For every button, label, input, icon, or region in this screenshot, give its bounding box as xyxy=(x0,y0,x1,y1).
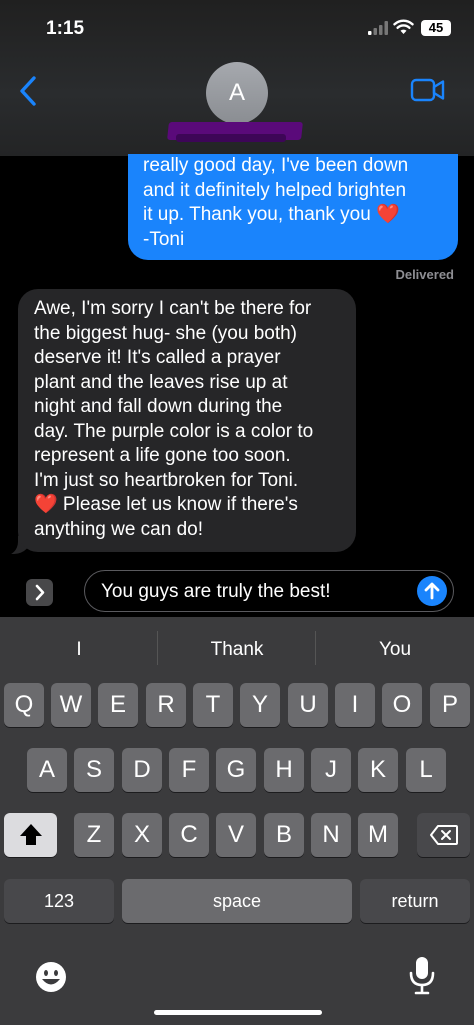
key-r[interactable]: R xyxy=(146,683,186,727)
key-f[interactable]: F xyxy=(169,748,209,792)
message-line: Awe, I'm sorry I can't be there for xyxy=(34,298,312,319)
suggestion-1[interactable]: I xyxy=(0,639,158,661)
return-key[interactable]: return xyxy=(360,879,470,923)
message-input-text: You guys are truly the best! xyxy=(101,581,331,602)
message-line: the biggest hug- she (you both) xyxy=(34,322,298,344)
microphone-icon[interactable] xyxy=(408,955,436,997)
wifi-icon xyxy=(393,19,414,34)
shift-arrow-icon xyxy=(19,824,42,845)
key-j[interactable]: J xyxy=(311,748,351,792)
key-s[interactable]: S xyxy=(74,748,114,792)
key-x[interactable]: X xyxy=(122,813,162,857)
key-k[interactable]: K xyxy=(358,748,398,792)
key-q[interactable]: Q xyxy=(4,683,44,727)
message-line: ❤️ Please let us know if there's xyxy=(34,494,298,515)
key-y[interactable]: Y xyxy=(240,683,280,727)
status-bar: 1:15 45 xyxy=(0,0,474,60)
key-t[interactable]: T xyxy=(193,683,233,727)
message-line: anything we can do! xyxy=(34,518,204,540)
key-d[interactable]: D xyxy=(122,748,162,792)
message-input-field[interactable]: You guys are truly the best! xyxy=(84,570,454,612)
key-l[interactable]: L xyxy=(406,748,446,792)
home-indicator[interactable] xyxy=(154,1010,322,1015)
send-button[interactable] xyxy=(417,576,447,606)
numbers-key[interactable]: 123 xyxy=(4,879,114,923)
message-line: I'm just so heartbroken for Toni. xyxy=(34,469,299,491)
chevron-right-icon xyxy=(35,584,45,601)
key-m[interactable]: M xyxy=(358,813,398,857)
status-time: 1:15 xyxy=(46,18,85,39)
expand-apps-button[interactable] xyxy=(26,579,53,606)
key-n[interactable]: N xyxy=(311,813,351,857)
battery-icon: 45 xyxy=(421,20,451,36)
key-w[interactable]: W xyxy=(51,683,91,727)
shift-key[interactable] xyxy=(4,813,57,857)
message-line: plant and the leaves rise up at xyxy=(34,371,288,393)
delivered-status: Delivered xyxy=(395,267,454,282)
message-line: day. The purple color is a color to xyxy=(34,420,314,442)
key-o[interactable]: O xyxy=(382,683,422,727)
contact-avatar[interactable]: A xyxy=(206,62,268,124)
key-c[interactable]: C xyxy=(169,813,209,857)
delete-backspace-icon xyxy=(429,825,458,845)
message-line: and it definitely helped brighten xyxy=(143,179,407,201)
message-line: night and fall down during the xyxy=(34,396,283,417)
space-key[interactable]: space xyxy=(122,879,352,923)
delete-key[interactable] xyxy=(417,813,470,857)
incoming-message-bubble[interactable]: Awe, I'm sorry I can't be there for the … xyxy=(18,289,356,552)
message-line: represent a life gone too soon. xyxy=(34,445,291,466)
key-i[interactable]: I xyxy=(335,683,375,727)
suggestion-2[interactable]: Thank xyxy=(158,639,316,661)
key-g[interactable]: G xyxy=(216,748,256,792)
facetime-video-icon[interactable] xyxy=(410,78,446,102)
back-chevron-icon[interactable] xyxy=(14,74,42,108)
key-h[interactable]: H xyxy=(264,748,304,792)
key-a[interactable]: A xyxy=(27,748,67,792)
message-line: really good day, I've been down xyxy=(143,155,409,176)
cellular-signal-icon xyxy=(368,21,388,35)
key-z[interactable]: Z xyxy=(74,813,114,857)
arrow-up-icon xyxy=(424,582,440,600)
key-u[interactable]: U xyxy=(288,683,328,727)
suggestion-3[interactable]: You xyxy=(316,639,474,661)
redacted-contact-name-underline xyxy=(176,134,286,142)
message-line: -Toni xyxy=(143,228,185,250)
key-e[interactable]: E xyxy=(98,683,138,727)
key-p[interactable]: P xyxy=(430,683,470,727)
message-line: it up. Thank you, thank you ❤️ xyxy=(143,204,400,225)
outgoing-message-bubble[interactable]: really good day, I've been down and it d… xyxy=(128,154,458,260)
keyboard: I Thank You Q W E R T Y U I O P A S D F … xyxy=(0,617,474,1025)
key-v[interactable]: V xyxy=(216,813,256,857)
emoji-icon[interactable] xyxy=(34,960,68,994)
key-b[interactable]: B xyxy=(264,813,304,857)
message-line: deserve it! It's called a prayer xyxy=(34,347,281,368)
